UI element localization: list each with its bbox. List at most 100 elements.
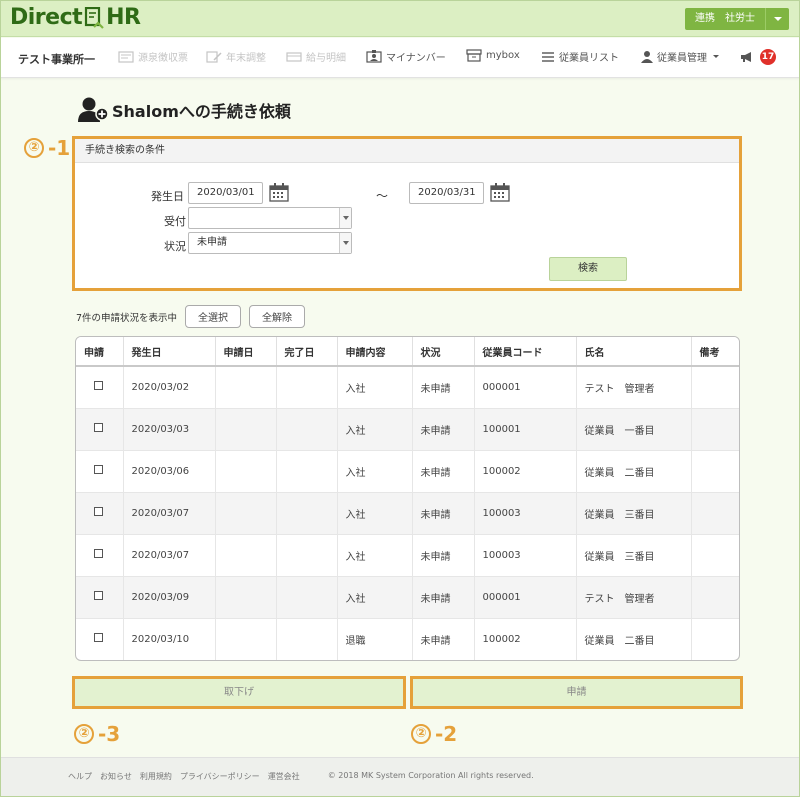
cell-applied-date <box>215 408 277 451</box>
cell-content: 退職 <box>337 618 413 660</box>
cell-employee-code: 100003 <box>474 492 577 535</box>
nav-item-label: 年末調整 <box>226 53 266 64</box>
cell-employee-code: 100002 <box>474 450 577 493</box>
date-from-input[interactable]: 2020/03/01 <box>188 182 263 204</box>
footer-link-news[interactable]: お知らせ <box>100 771 132 782</box>
footer-link-company[interactable]: 運営会社 <box>268 771 300 782</box>
nav-item-label: mybox <box>486 50 520 61</box>
row-checkbox[interactable] <box>94 465 103 474</box>
annotation-circle: ② <box>24 138 44 158</box>
chevron-down-icon <box>339 233 351 253</box>
table-row[interactable]: 2020/03/06 入社 未申請 100002 従業員 二番目 <box>76 450 739 493</box>
date-to-input[interactable]: 2020/03/31 <box>409 182 484 204</box>
calendar-icon[interactable] <box>269 183 289 202</box>
copyright: © 2018 MK System Corporation All rights … <box>327 771 534 780</box>
calendar-icon[interactable] <box>490 183 510 202</box>
cell-content: 入社 <box>337 492 413 535</box>
logo-text-direct: Direct <box>10 5 83 30</box>
app-logo[interactable]: Direct HR <box>10 5 141 30</box>
nav-item-label: 従業員リスト <box>559 53 619 64</box>
col-header-date: 発生日 <box>123 337 216 367</box>
cell-completed-date <box>276 450 338 493</box>
notification-badge: 17 <box>760 49 776 65</box>
select-all-button[interactable]: 全選択 <box>185 305 242 328</box>
reception-select[interactable] <box>188 207 352 229</box>
cell-date: 2020/03/10 <box>123 618 216 660</box>
table-row[interactable]: 2020/03/03 入社 未申請 100001 従業員 一番目 <box>76 408 739 451</box>
nav-item-mynumber[interactable]: マイナンバー <box>366 49 446 64</box>
table-header-row: 申請 発生日 申請日 完了日 申請内容 状況 従業員コード 氏名 備考 <box>76 337 739 367</box>
search-button[interactable]: 検索 <box>549 257 627 281</box>
cell-status: 未申請 <box>412 576 475 619</box>
cell-status: 未申請 <box>412 534 475 577</box>
footer-link-terms[interactable]: 利用規約 <box>140 771 172 782</box>
row-checkbox[interactable] <box>94 423 103 432</box>
annotation-suffix: -2 <box>435 722 458 746</box>
nav-item-employee-list[interactable]: 従業員リスト <box>541 49 619 64</box>
row-checkbox-cell <box>76 492 124 535</box>
row-checkbox[interactable] <box>94 507 103 516</box>
page-title-text: Shalomへの手続き依頼 <box>112 102 291 121</box>
nav-item-mybox[interactable]: mybox <box>466 49 520 62</box>
apply-button[interactable]: 申請 <box>410 676 743 709</box>
table-row[interactable]: 2020/03/07 入社 未申請 100003 従業員 三番目 <box>76 534 739 577</box>
cell-completed-date <box>276 492 338 535</box>
cell-applied-date <box>215 450 277 493</box>
table-row[interactable]: 2020/03/07 入社 未申請 100003 従業員 三番目 <box>76 492 739 535</box>
row-checkbox[interactable] <box>94 591 103 600</box>
annotation-2-2: ② -2 <box>411 722 457 746</box>
cell-content: 入社 <box>337 576 413 619</box>
cell-status: 未申請 <box>412 366 475 409</box>
office-name[interactable]: テスト事業所一 <box>18 51 95 67</box>
nav-item-withholding[interactable]: 源泉徴収票 <box>118 49 188 64</box>
annotation-circle: ② <box>411 724 431 744</box>
nav-item-year-end[interactable]: 年末調整 <box>206 49 266 64</box>
chevron-down-icon <box>339 208 351 228</box>
deselect-all-button[interactable]: 全解除 <box>249 305 306 328</box>
edit-document-icon <box>206 50 222 63</box>
footer-link-privacy[interactable]: プライバシーポリシー <box>180 771 260 782</box>
cell-date: 2020/03/07 <box>123 492 216 535</box>
row-checkbox[interactable] <box>94 381 103 391</box>
row-checkbox-cell <box>76 618 124 660</box>
row-checkbox-cell <box>76 408 124 451</box>
withdraw-button[interactable]: 取下げ <box>72 676 406 709</box>
row-checkbox[interactable] <box>94 549 103 558</box>
status-select[interactable]: 未申請 <box>188 232 352 254</box>
cell-employee-code: 100001 <box>474 408 577 451</box>
table-row[interactable]: 2020/03/10 退職 未申請 100002 従業員 二番目 <box>76 618 739 660</box>
cell-name: テスト 管理者 <box>576 366 692 409</box>
cell-applied-date <box>215 492 277 535</box>
cell-status: 未申請 <box>412 408 475 451</box>
user-menu[interactable]: 連携 社労士 <box>685 8 789 30</box>
id-card-icon <box>366 50 382 63</box>
nav-item-payslip[interactable]: 給与明細 <box>286 49 346 64</box>
cell-name: 従業員 三番目 <box>576 492 692 535</box>
cell-note <box>691 492 739 535</box>
user-name-label[interactable]: 連携 社労士 <box>685 8 765 30</box>
nav-item-label: マイナンバー <box>386 53 446 64</box>
cell-completed-date <box>276 576 338 619</box>
footer-link-help[interactable]: ヘルプ <box>68 771 92 782</box>
date-range-separator: ～ <box>376 189 389 203</box>
cell-status: 未申請 <box>412 618 475 660</box>
cell-note <box>691 366 739 409</box>
user-menu-toggle[interactable] <box>765 8 789 30</box>
table-row[interactable]: 2020/03/02 入社 未申請 000001 テスト 管理者 <box>76 366 739 409</box>
cell-applied-date <box>215 576 277 619</box>
col-header-employee-code: 従業員コード <box>474 337 577 367</box>
nav-item-employee-management[interactable]: 従業員管理 <box>641 49 719 64</box>
nav-item-label: 源泉徴収票 <box>138 53 188 64</box>
cell-note <box>691 450 739 493</box>
cell-applied-date <box>215 618 277 660</box>
chevron-down-icon <box>773 17 782 21</box>
add-user-icon <box>78 97 109 122</box>
cell-note <box>691 576 739 619</box>
table-row[interactable]: 2020/03/09 入社 未申請 000001 テスト 管理者 <box>76 576 739 619</box>
notification-button[interactable]: 17 <box>740 49 776 65</box>
row-checkbox-cell <box>76 534 124 577</box>
row-checkbox[interactable] <box>94 633 103 642</box>
col-header-name: 氏名 <box>576 337 692 367</box>
col-header-content: 申請内容 <box>337 337 413 367</box>
application-table: 申請 発生日 申請日 完了日 申請内容 状況 従業員コード 氏名 備考 2020… <box>75 336 740 661</box>
